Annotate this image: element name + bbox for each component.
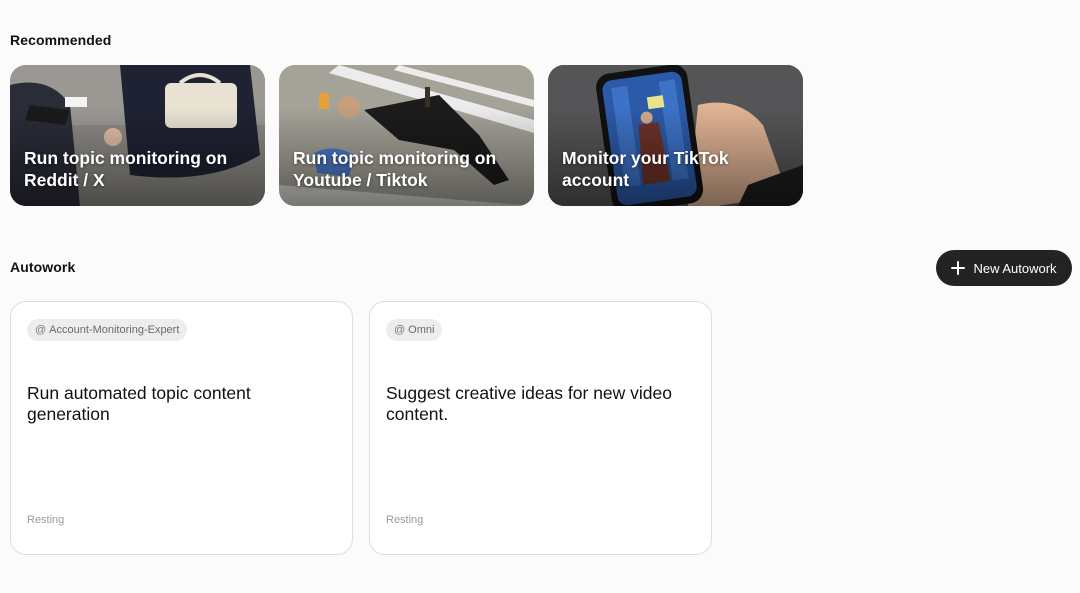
agent-name: Omni	[408, 324, 435, 336]
agent-name: Account-Monitoring-Expert	[49, 324, 180, 336]
recommended-card-label: Monitor your TikTok account	[562, 148, 729, 190]
autowork-heading: Autowork	[10, 259, 76, 275]
autowork-description: Run automated topic content generation	[27, 383, 251, 424]
recommended-list: Run topic monitoring on Reddit / X Run t…	[10, 65, 803, 206]
recommended-heading: Recommended	[10, 32, 112, 48]
recommended-card-label: Run topic monitoring on Youtube / Tiktok	[293, 148, 497, 190]
recommended-card-tiktok-account[interactable]: Monitor your TikTok account	[548, 65, 803, 206]
at-icon: @	[394, 324, 406, 336]
autowork-card[interactable]: @ Account-Monitoring-Expert Run automate…	[10, 301, 353, 555]
recommended-card-label: Run topic monitoring on Reddit / X	[24, 148, 228, 190]
new-autowork-label: New Autowork	[973, 260, 1057, 276]
plus-icon	[951, 261, 966, 275]
autowork-list: @ Account-Monitoring-Expert Run automate…	[10, 301, 712, 555]
autowork-status: Resting	[386, 514, 424, 526]
at-icon: @	[35, 324, 47, 336]
new-autowork-button[interactable]: New Autowork	[936, 250, 1072, 286]
agent-tag[interactable]: @ Omni	[386, 319, 443, 341]
recommended-card-reddit-x[interactable]: Run topic monitoring on Reddit / X	[10, 65, 265, 206]
autowork-status: Resting	[27, 514, 65, 526]
autowork-description: Suggest creative ideas for new video con…	[386, 383, 672, 424]
autowork-card[interactable]: @ Omni Suggest creative ideas for new vi…	[369, 301, 712, 555]
page: Recommended Run topic monitoring on Redd…	[0, 0, 1080, 593]
agent-tag[interactable]: @ Account-Monitoring-Expert	[27, 319, 188, 341]
recommended-card-youtube-tiktok[interactable]: Run topic monitoring on Youtube / Tiktok	[279, 65, 534, 206]
